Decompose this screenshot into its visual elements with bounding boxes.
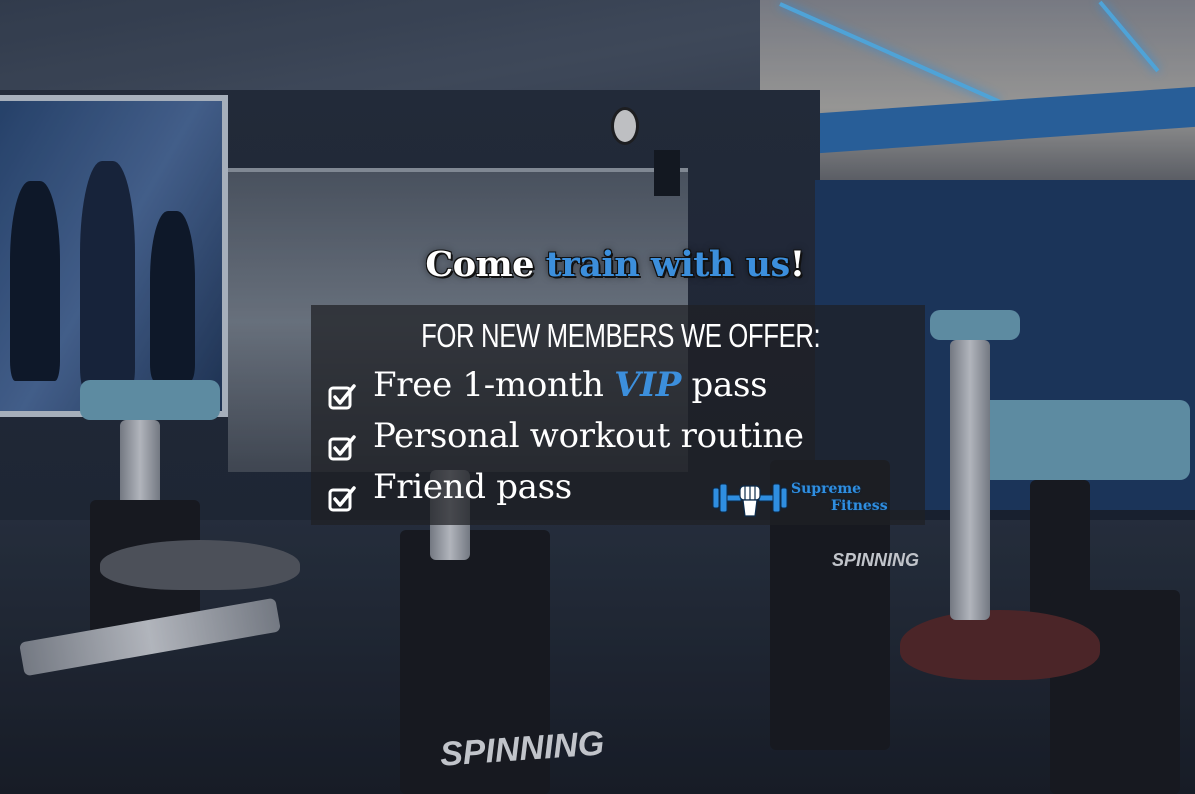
headline: Come train with us! [0, 244, 1195, 285]
headline-suffix: ! [789, 244, 805, 285]
checkbox-checked-icon [328, 435, 356, 461]
checkbox-checked-icon [328, 486, 356, 512]
checkbox-checked-icon [328, 384, 356, 410]
offer-item-text: Friend pass [373, 467, 572, 507]
offer-item-text: Personal workout routine [373, 416, 804, 456]
supreme-fitness-logo: Supreme Fitness [711, 478, 901, 520]
offer-item-text-after: pass [681, 365, 768, 405]
dumbbell-fist-icon [712, 483, 788, 517]
logo-text-line1: Supreme [791, 481, 862, 497]
logo-text-line2: Fitness [831, 498, 888, 514]
headline-prefix: Come [425, 244, 534, 285]
headline-accent: train with us [545, 244, 791, 285]
offer-item-text-before: Free 1-month [373, 365, 615, 405]
offer-item-text: Free 1-month VIP pass [373, 365, 768, 405]
offer-item: Free 1-month VIP pass [325, 365, 885, 416]
vip-highlight: VIP [614, 365, 682, 405]
offer-title: FOR NEW MEMBERS WE OFFER: [421, 317, 821, 354]
offer-item: Personal workout routine [325, 416, 885, 467]
